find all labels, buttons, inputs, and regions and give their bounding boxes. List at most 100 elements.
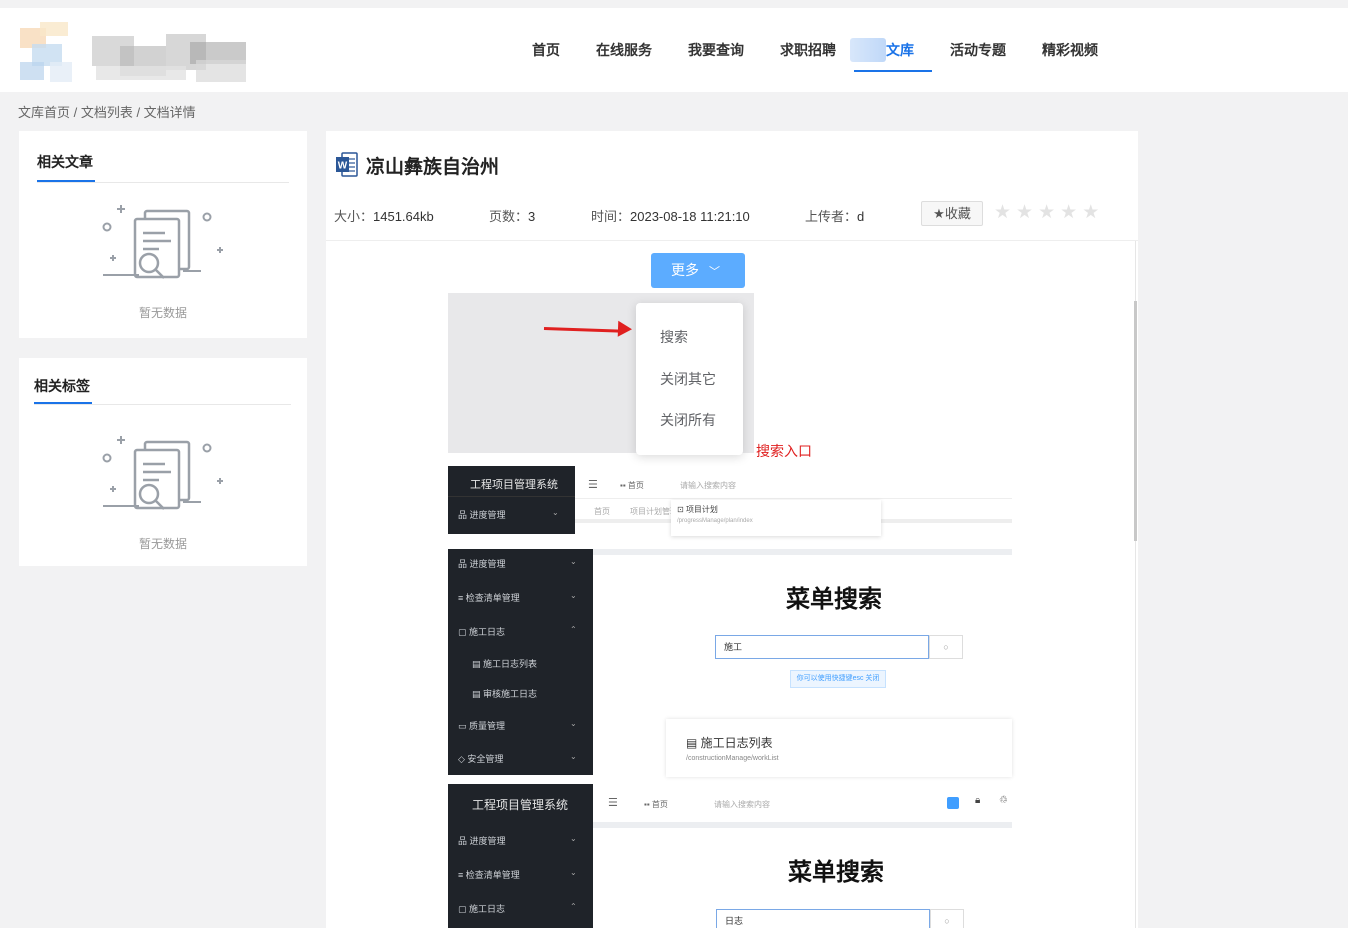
app1-system-name: 工程项目管理系统 — [470, 479, 558, 491]
nav-videos[interactable]: 精彩视频 — [1024, 8, 1116, 92]
top-strip — [0, 0, 1348, 8]
app2-heading: 菜单搜索 — [786, 586, 882, 613]
app1-divider — [448, 496, 575, 497]
meta-size-value: 1451.64kb — [373, 209, 434, 224]
preview-app2: 品 进度管理 ⌄ ≡ 检查清单管理 ⌄ ▢ 施工日志 ⌃ ▤ 施工日志列表 ▤ 审核施… — [448, 549, 1012, 777]
shield-icon: ◇ — [458, 754, 468, 764]
nav-jobs[interactable]: 求职招聘 — [762, 8, 854, 92]
doc-icon: ▤ — [686, 736, 701, 750]
star-icon: ★ — [933, 206, 945, 221]
app2-menu-item: ≡ 检查清单管理 ⌄ — [458, 591, 577, 604]
meta-size-label: 大小： — [334, 209, 374, 224]
app3-search-placeholder: 请输入搜索内容 — [714, 800, 770, 809]
chevron-up-icon: ⌃ — [570, 625, 577, 634]
app2-menu-item: ◇ 安全管理 ⌄ — [458, 752, 577, 765]
breadcrumb[interactable]: 文库首页 / 文档列表 / 文档详情 — [18, 102, 196, 121]
wallet-icon: ▢ — [458, 627, 470, 637]
nav-home-label: 首页 — [532, 42, 560, 58]
nav-jobs-label: 求职招聘 — [780, 42, 836, 58]
app3-tab-home-label: 首页 — [651, 800, 668, 809]
related-tags-card: 相关标签 暂无数据 — [19, 358, 307, 566]
app2-result-path: /constructionManage/workList — [686, 755, 779, 762]
dropdown-item-close-others: 关闭其它 — [660, 371, 716, 387]
nav-online-service[interactable]: 在线服务 — [578, 8, 670, 92]
app2-search-result: ▤ 施工日志列表 /constructionManage/workList — [666, 719, 1012, 777]
hamburger-icon: ☰ — [608, 797, 618, 809]
app3-heading: 菜单搜索 — [788, 859, 884, 886]
more-button-label: 更多 — [671, 262, 699, 278]
rating-star[interactable]: ★ — [1016, 202, 1033, 224]
app3-menu-label: 进度管理 — [469, 836, 506, 846]
nav-home[interactable]: 首页 — [514, 8, 578, 92]
app3-menu-label: 检查清单管理 — [465, 870, 520, 880]
title-underline — [37, 180, 95, 182]
empty-data-icon — [102, 205, 223, 279]
sitemap-icon: 品 — [458, 836, 470, 846]
chevron-down-icon: ⌄ — [552, 508, 559, 517]
app3-menu-item: ▢ 施工日志 ⌃ — [458, 902, 577, 915]
app1-search-result: ⊡ 项目计划 /progressManage/plan/index — [671, 500, 881, 536]
app1-result-title-text: 项目计划 — [685, 505, 718, 514]
app1-tabbar-line — [575, 498, 1012, 499]
app2-hint: 你可以使用快捷键esc 关闭 — [790, 670, 886, 688]
more-dropdown: 搜索 关闭其它 关闭所有 — [636, 303, 743, 455]
meta-uploader-value: d — [857, 209, 865, 224]
app3-tab-home: ▪▪ 首页 — [644, 799, 668, 810]
site-logo[interactable] — [20, 22, 252, 84]
app3-checkbox — [947, 797, 959, 809]
document-preview[interactable]: 更多 ﹀ 搜索 关闭其它 关闭所有 搜索入口 工程项目管理系统 品 进度管理 ⌄ ☰… — [326, 241, 1136, 928]
app2-menu-item: ▢ 施工日志 ⌃ — [458, 625, 577, 638]
document-panel: W 凉山彝族自治州 大小：1451.64kb 页数：3 时间：2023-08-1… — [326, 131, 1138, 928]
grid-icon: ▪▪ — [644, 800, 652, 809]
chevron-down-icon: ⌄ — [570, 834, 577, 843]
list-icon: ≡ — [458, 870, 466, 880]
rating-star[interactable]: ★ — [994, 202, 1011, 224]
rating-star[interactable]: ★ — [1038, 202, 1055, 224]
nav-query[interactable]: 我要查询 — [670, 8, 762, 92]
app1-menu-label: 进度管理 — [469, 510, 506, 520]
app3-menu-label: 施工日志 — [469, 904, 506, 914]
preview-app3: 工程项目管理系统 品 进度管理 ⌄ ≡ 检查清单管理 ⌄ ▢ 施工日志 ⌃ ☰ ▪▪ … — [448, 784, 1012, 928]
scrollbar[interactable] — [1134, 301, 1137, 541]
chevron-down-icon: ⌄ — [570, 557, 577, 566]
app2-result-title-text: 施工日志列表 — [700, 736, 773, 750]
nav-query-label: 我要查询 — [688, 42, 744, 58]
doc-icon: ▤ — [472, 689, 484, 699]
app2-menu-label: 质量管理 — [469, 721, 506, 731]
search-icon: ○ — [930, 909, 964, 928]
app2-menu-item: ▭ 质量管理 ⌄ — [458, 719, 577, 732]
related-articles-card: 相关文章 暂无数据 — [19, 131, 307, 338]
meta-pages-value: 3 — [528, 209, 536, 224]
app2-menu-label: 安全管理 — [467, 754, 504, 764]
favorite-button[interactable]: ★收藏 — [921, 201, 983, 226]
wallet-icon: ▢ — [458, 904, 470, 914]
rating-star[interactable]: ★ — [1060, 202, 1077, 224]
app1-tab-home-2: 首页 — [594, 507, 610, 516]
related-articles-title: 相关文章 — [37, 154, 93, 170]
empty-text: 暂无数据 — [138, 537, 187, 551]
favorite-label: 收藏 — [944, 206, 971, 221]
dropdown-item-search: 搜索 — [660, 329, 688, 345]
app2-search-input: 施工 — [715, 635, 929, 659]
rating-stars: ★ ★ ★ ★ ★ — [994, 202, 1099, 224]
app3-menu-item: ≡ 检查清单管理 ⌄ — [458, 868, 577, 881]
sitemap-icon: 品 — [458, 559, 470, 569]
meta-time-value: 2023-08-18 11:21:10 — [630, 209, 750, 224]
rating-star[interactable]: ★ — [1082, 202, 1099, 224]
app2-menu-item: 品 进度管理 ⌄ — [458, 557, 577, 570]
site-header: 首页 在线服务 我要查询 求职招聘 文库 活动专题 精彩视频 — [0, 8, 1348, 92]
app2-menu-label: 进度管理 — [469, 559, 506, 569]
chart-icon: ⊡ — [677, 505, 686, 514]
title-divider — [37, 182, 289, 183]
meta-time: 时间：2023-08-18 11:21:10 — [591, 206, 750, 225]
app1-sidebar: 工程项目管理系统 品 进度管理 ⌄ — [448, 466, 575, 534]
nav-library[interactable]: 文库 — [850, 8, 932, 92]
app2-menu-label: 审核施工日志 — [483, 689, 538, 699]
related-tags-title: 相关标签 — [34, 378, 90, 394]
empty-text: 暂无数据 — [138, 306, 187, 320]
chevron-down-icon: ﹀ — [709, 266, 720, 278]
app2-menu-label: 检查清单管理 — [465, 593, 520, 603]
nav-events[interactable]: 活动专题 — [932, 8, 1024, 92]
app1-search-placeholder: 请输入搜索内容 — [680, 481, 736, 490]
monitor-icon: ▭ — [458, 721, 470, 731]
